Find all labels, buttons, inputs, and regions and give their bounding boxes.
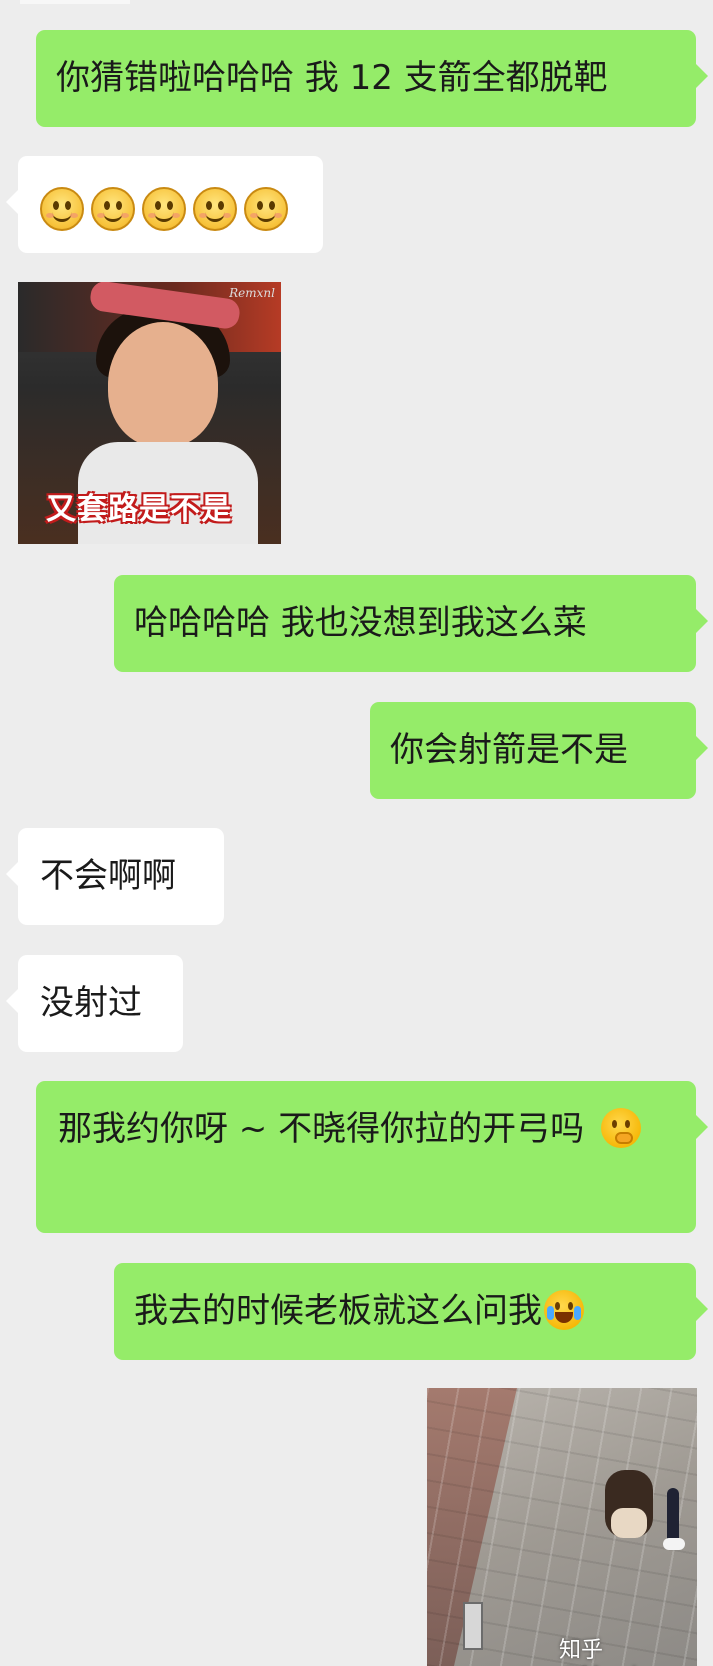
- smile-emoji-icon: [40, 186, 84, 231]
- loudly-crying-face-emoji-icon: [544, 1290, 584, 1330]
- message-text: 你猜错啦哈哈哈 我 12 支箭全都脱靶: [56, 58, 608, 98]
- message-text: 我去的时候老板就这么问我: [134, 1291, 542, 1331]
- message-text: 哈哈哈哈 我也没想到我这么菜: [134, 603, 587, 643]
- thinking-face-emoji-icon: [600, 1108, 641, 1148]
- message-bubble-sent[interactable]: 你猜错啦哈哈哈 我 12 支箭全都脱靶: [36, 30, 708, 127]
- message-text: 不会啊啊: [40, 856, 176, 896]
- photo-dog-walking[interactable]: 知乎 @Morris: [427, 1388, 697, 1666]
- smile-emoji-icon: [244, 186, 288, 231]
- message-bubble-sent[interactable]: 我去的时候老板就这么问我: [114, 1263, 708, 1360]
- smile-emoji-icon: [91, 186, 135, 231]
- smile-emoji-icon: [142, 186, 186, 231]
- message-text: 那我约你呀 ~ 不晓得你拉的开弓吗: [58, 1109, 585, 1149]
- message-bubble-sent[interactable]: 那我约你呀 ~ 不晓得你拉的开弓吗: [36, 1081, 708, 1233]
- smile-emoji-icon: [193, 186, 237, 231]
- top-bar: [20, 0, 130, 4]
- zhihu-watermark: 知乎 @Morris: [559, 1638, 649, 1666]
- message-bubble-sent[interactable]: 你会射箭是不是: [370, 702, 708, 799]
- sticker-image-girl[interactable]: 又套路是不是 Remxnl: [18, 282, 281, 544]
- sticker-caption: 又套路是不是: [46, 492, 232, 527]
- sticker-watermark: Remxnl: [229, 286, 275, 300]
- message-bubble-sent[interactable]: 哈哈哈哈 我也没想到我这么菜: [114, 575, 708, 672]
- message-bubble-received[interactable]: 不会啊啊: [6, 828, 224, 925]
- message-bubble-received[interactable]: [6, 156, 323, 253]
- message-text: 你会射箭是不是: [390, 730, 628, 770]
- message-text: 没射过: [40, 983, 142, 1023]
- message-bubble-received[interactable]: 没射过: [6, 955, 183, 1052]
